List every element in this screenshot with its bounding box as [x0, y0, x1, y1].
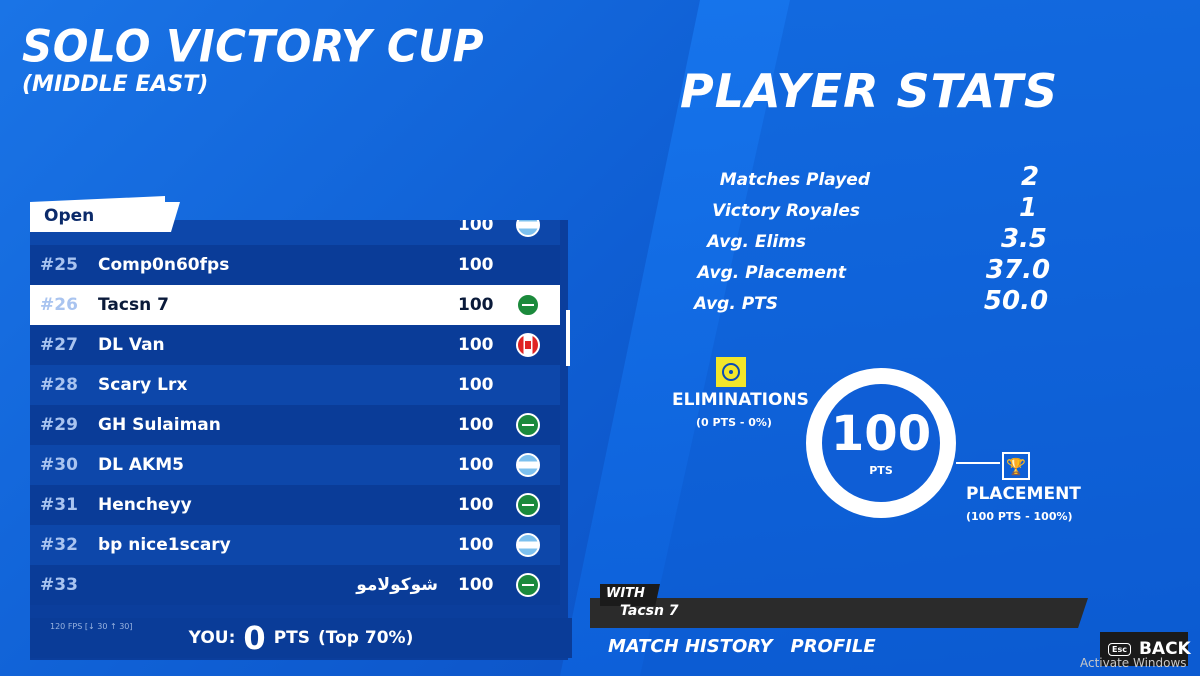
- country-flag-icon: [516, 253, 540, 277]
- tab-open[interactable]: Open: [30, 202, 180, 232]
- leaderboard-row[interactable]: #27 DL Van 100: [30, 325, 560, 365]
- tab-accent: [30, 196, 165, 202]
- stat-value-matches: 2: [1020, 162, 1040, 192]
- leaderboard-row[interactable]: #33 شوكولامو 100: [30, 565, 560, 605]
- row-points: 100: [458, 575, 494, 595]
- you-rank-percent: (Top 70%): [318, 628, 414, 648]
- eliminations-points: (0 PTS - 0%): [696, 416, 772, 429]
- placement-label: PLACEMENT: [966, 484, 1081, 504]
- placement-points: (100 PTS - 100%): [966, 510, 1073, 523]
- row-rank: #26: [40, 295, 78, 315]
- row-player-name: GH Sulaiman: [98, 415, 221, 435]
- stat-value-avg-pts: 50.0: [983, 286, 1049, 316]
- row-points: 100: [458, 295, 494, 315]
- country-flag-icon: [516, 413, 540, 437]
- you-points: 0: [243, 619, 266, 657]
- row-rank: #33: [40, 575, 78, 595]
- stat-label-avg-pts: Avg. PTS: [693, 294, 778, 314]
- row-rank: #32: [40, 535, 78, 555]
- placement-connector: [956, 462, 1000, 464]
- row-points: 100: [458, 535, 494, 555]
- row-points: 100: [458, 255, 494, 275]
- leaderboard-row[interactable]: #29 GH Sulaiman 100: [30, 405, 560, 445]
- leaderboard-row[interactable]: #31 Henchеyy 100: [30, 485, 560, 525]
- total-points-ring: 100 PTS: [806, 368, 956, 518]
- with-player-name: Tacsn 7: [620, 603, 679, 619]
- leaderboard-row[interactable]: #32 bp nice1scary 100: [30, 525, 560, 565]
- leaderboard-row[interactable]: #30 DL AKM5 100: [30, 445, 560, 485]
- leaderboard-row[interactable]: #28 Scary Lrx 100: [30, 365, 560, 405]
- activate-windows-watermark: Activate Windows: [1080, 656, 1187, 670]
- country-flag-icon: [516, 220, 540, 237]
- leaderboard-row[interactable]: #26 Tacsn 7 100: [30, 285, 560, 325]
- row-player-name: bp nice1scary: [98, 535, 231, 555]
- tournament-region: (MIDDLE EAST): [22, 72, 209, 97]
- row-player-name: شوكولامو: [356, 575, 438, 595]
- row-points: 100: [458, 495, 494, 515]
- row-rank: #31: [40, 495, 78, 515]
- row-player-name: Comp0n60fps: [98, 255, 230, 275]
- row-rank: #28: [40, 375, 78, 395]
- crosshair-icon: [716, 357, 746, 387]
- country-flag-icon: [516, 573, 540, 597]
- row-points: 100: [458, 455, 494, 475]
- country-flag-icon: [516, 533, 540, 557]
- stat-label-matches: Matches Played: [719, 170, 870, 190]
- leaderboard-row[interactable]: #25 Comp0n60fps 100: [30, 245, 560, 285]
- you-pts-label: PTS: [273, 628, 310, 648]
- player-stats-title: PLAYER STATS: [680, 64, 1059, 118]
- leaderboard-scrollbar[interactable]: [566, 310, 570, 366]
- fps-counter: 120 FPS [↓ 30 ↑ 30]: [50, 622, 133, 631]
- stat-value-avg-elims: 3.5: [1000, 224, 1048, 254]
- stat-label-avg-placement: Avg. Placement: [697, 263, 846, 283]
- row-rank: #29: [40, 415, 78, 435]
- stat-label-avg-elims: Avg. Elims: [707, 232, 806, 252]
- country-flag-icon: [516, 373, 540, 397]
- row-points: 100: [458, 415, 494, 435]
- country-flag-icon: [516, 333, 540, 357]
- country-flag-icon: [516, 453, 540, 477]
- row-rank: #30: [40, 455, 78, 475]
- bottom-nav: MATCH HISTORY PROFILE: [608, 636, 876, 657]
- row-points: 100: [458, 335, 494, 355]
- row-player-name: Scary Lrx: [98, 375, 188, 395]
- row-rank: #27: [40, 335, 78, 355]
- total-points-unit: PTS: [869, 463, 893, 477]
- row-player-name: Tacsn 7: [98, 295, 169, 315]
- stat-value-victories: 1: [1018, 193, 1038, 223]
- tournament-title: SOLO VICTORY CUP: [22, 20, 485, 73]
- stat-value-avg-placement: 37.0: [985, 255, 1051, 285]
- match-history-button[interactable]: MATCH HISTORY: [608, 636, 773, 657]
- profile-button[interactable]: PROFILE: [791, 636, 876, 657]
- row-player-name: Henchеyy: [98, 495, 192, 515]
- trophy-icon: 🏆: [1002, 452, 1030, 480]
- row-points: 100: [458, 375, 494, 395]
- leaderboard-rows: 100 #25 Comp0n60fps 100 #26 Tacsn 7 100 #27 DL V…: [30, 220, 560, 605]
- row-player-name: DL Van: [98, 335, 165, 355]
- row-points: 100: [458, 220, 494, 235]
- row-rank: #25: [40, 255, 78, 275]
- total-points-value: 100: [830, 405, 932, 462]
- row-player-name: DL AKM5: [98, 455, 184, 475]
- eliminations-label: ELIMINATIONS: [672, 390, 809, 410]
- country-flag-icon: [516, 293, 540, 317]
- you-label: YOU:: [188, 628, 236, 648]
- leaderboard-panel: 100 #25 Comp0n60fps 100 #26 Tacsn 7 100 #27 DL V…: [30, 220, 568, 660]
- country-flag-icon: [516, 493, 540, 517]
- stat-label-victories: Victory Royales: [712, 201, 860, 221]
- esc-key-icon: Esc: [1108, 642, 1131, 656]
